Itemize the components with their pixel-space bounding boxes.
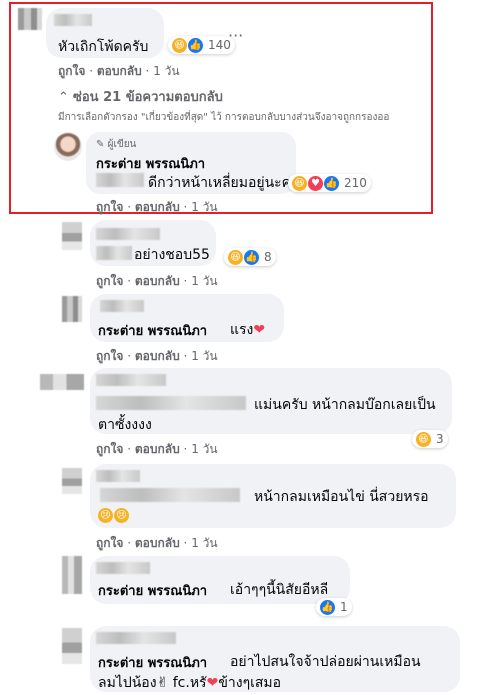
reply-link[interactable]: ตอบกลับ (135, 274, 180, 288)
reply-link[interactable]: ตอบกลับ (135, 349, 180, 363)
blurred-tag (96, 173, 144, 187)
author-name[interactable]: กระต่าย พรรณนิภา (98, 652, 207, 673)
blurred-author-name (54, 14, 92, 26)
avatar[interactable] (40, 374, 84, 390)
reply-link[interactable]: ตอบกลับ (135, 536, 180, 550)
reaction-summary[interactable]: 👍 1 (316, 598, 352, 616)
avatar[interactable] (62, 468, 82, 494)
like-link[interactable]: ถูกใจ (96, 274, 123, 288)
blurred-author-name (96, 228, 160, 240)
comment-text: แรง❤ (230, 322, 266, 338)
comment-text: แม่นครับ หน้ากลมบ๊อกเลยเป็น (254, 397, 436, 413)
like-link[interactable]: ถูกใจ (96, 442, 123, 456)
comment-actions: ถูกใจ · ตอบกลับ · 1 วัน (96, 442, 218, 456)
author-name[interactable]: กระต่าย พรรณนิภา (98, 580, 207, 601)
like-reaction-icon: 👍 (188, 37, 203, 53)
avatar[interactable] (62, 222, 82, 250)
timestamp[interactable]: 1 วัน (191, 442, 217, 456)
victory-hand-icon: ✌ (156, 675, 169, 691)
reply-link[interactable]: ตอบกลับ (135, 442, 180, 456)
heart-emoji-icon: ❤ (253, 322, 266, 338)
comment-actions: ถูกใจ · ตอบกลับ · 1 วัน (96, 274, 218, 288)
comment-text-line2: ตาซั้งงงง (98, 417, 152, 433)
blurred-tag (100, 488, 240, 502)
comment-actions: ถูกใจ · ตอบกลับ · 1 วัน (58, 64, 180, 78)
like-link[interactable]: ถูกใจ (96, 349, 123, 363)
reaction-count: 3 (436, 432, 444, 446)
comment-text: อย่างชอบ55 (134, 247, 210, 263)
reply-link[interactable]: ตอบกลับ (97, 64, 142, 78)
comment-text: ดีกว่าหน้าเหลี่ยมอยู่นะคะ (148, 175, 299, 191)
reaction-count: 210 (344, 176, 367, 190)
author-badge: ✎ ผู้เขียน (96, 139, 137, 150)
like-link[interactable]: ถูกใจ (96, 536, 123, 550)
comment-text: หน้ากลมเหมือนไข่ นี่สวยหรอ (254, 489, 429, 505)
author-name[interactable]: กระต่าย พรรณนิภา (96, 153, 205, 174)
reply-link[interactable]: ตอบกลับ (135, 200, 180, 214)
love-reaction-icon: ♥ (308, 175, 323, 191)
haha-reaction-icon: 😆 (228, 249, 243, 265)
comment-actions: ถูกใจ · ตอบกลับ · 1 วัน (96, 349, 218, 363)
author-avatar[interactable] (54, 133, 82, 161)
heart-emoji-icon: ❤ (206, 675, 219, 691)
like-reaction-icon: 👍 (324, 175, 339, 191)
timestamp[interactable]: 1 วัน (191, 349, 217, 363)
avatar[interactable] (62, 628, 82, 664)
timestamp[interactable]: 1 วัน (191, 200, 217, 214)
blurred-author-name (96, 374, 166, 386)
haha-reaction-icon: 😆 (416, 431, 431, 447)
like-link[interactable]: ถูกใจ (58, 64, 85, 78)
avatar[interactable] (62, 556, 82, 594)
haha-reaction-icon: 😆 (172, 37, 187, 53)
comment-actions: ถูกใจ · ตอบกลับ · 1 วัน (96, 200, 218, 214)
reaction-count: 1 (340, 600, 348, 614)
author-name[interactable]: กระต่าย พรรณนิภา (98, 320, 207, 341)
like-reaction-icon: 👍 (244, 249, 259, 265)
filter-notice: มีการเลือกตัวกรอง "เกี่ยวข้องที่สุด" ไว้… (58, 112, 390, 123)
reaction-summary[interactable]: 😆 3 (412, 430, 448, 448)
comment-text: อย่าไปสนใจจ้าปล่อยผ่านเหมือน (230, 654, 421, 670)
comment-text: หัวเถิกโพ้ดครับ (58, 39, 149, 55)
blurred-tag (96, 562, 150, 574)
reaction-summary[interactable]: 😆 👍 140 (168, 36, 235, 54)
comment-text-line2: ลมไปน้อง✌ fc.หรั❤ข้างๆเสมอ (98, 675, 282, 691)
haha-reaction-icon: 😆 (292, 175, 307, 191)
avatar[interactable] (18, 8, 42, 30)
blurred-author-name (96, 470, 140, 482)
like-link[interactable]: ถูกใจ (96, 200, 123, 214)
reaction-summary[interactable]: 😆 ♥ 👍 210 (288, 174, 371, 192)
timestamp[interactable]: 1 วัน (191, 536, 217, 550)
more-options-button[interactable]: ··· (228, 26, 243, 45)
blurred-tag (96, 246, 132, 260)
blurred-tag (96, 396, 246, 410)
reaction-summary[interactable]: 😆 👍 8 (224, 248, 276, 266)
hide-replies-link[interactable]: ⌃ ซ่อน 21 ข้อความตอบกลับ (58, 86, 223, 107)
like-reaction-icon: 👍 (320, 599, 335, 615)
comment-text: เอ้าๆๆนี้นิสัยอีหลี (230, 582, 329, 598)
blurred-tag (100, 300, 144, 312)
timestamp[interactable]: 1 วัน (153, 64, 179, 78)
comment-actions: ถูกใจ · ตอบกลับ · 1 วัน (96, 536, 218, 550)
reaction-count: 8 (264, 250, 272, 264)
avatar[interactable] (62, 296, 82, 322)
timestamp[interactable]: 1 วัน (191, 274, 217, 288)
sad-emoji-icon: 😢 😢 (98, 507, 130, 523)
chevron-up-icon: ⌃ (58, 90, 69, 105)
pencil-icon: ✎ (96, 139, 105, 150)
blurred-tag (96, 632, 176, 644)
